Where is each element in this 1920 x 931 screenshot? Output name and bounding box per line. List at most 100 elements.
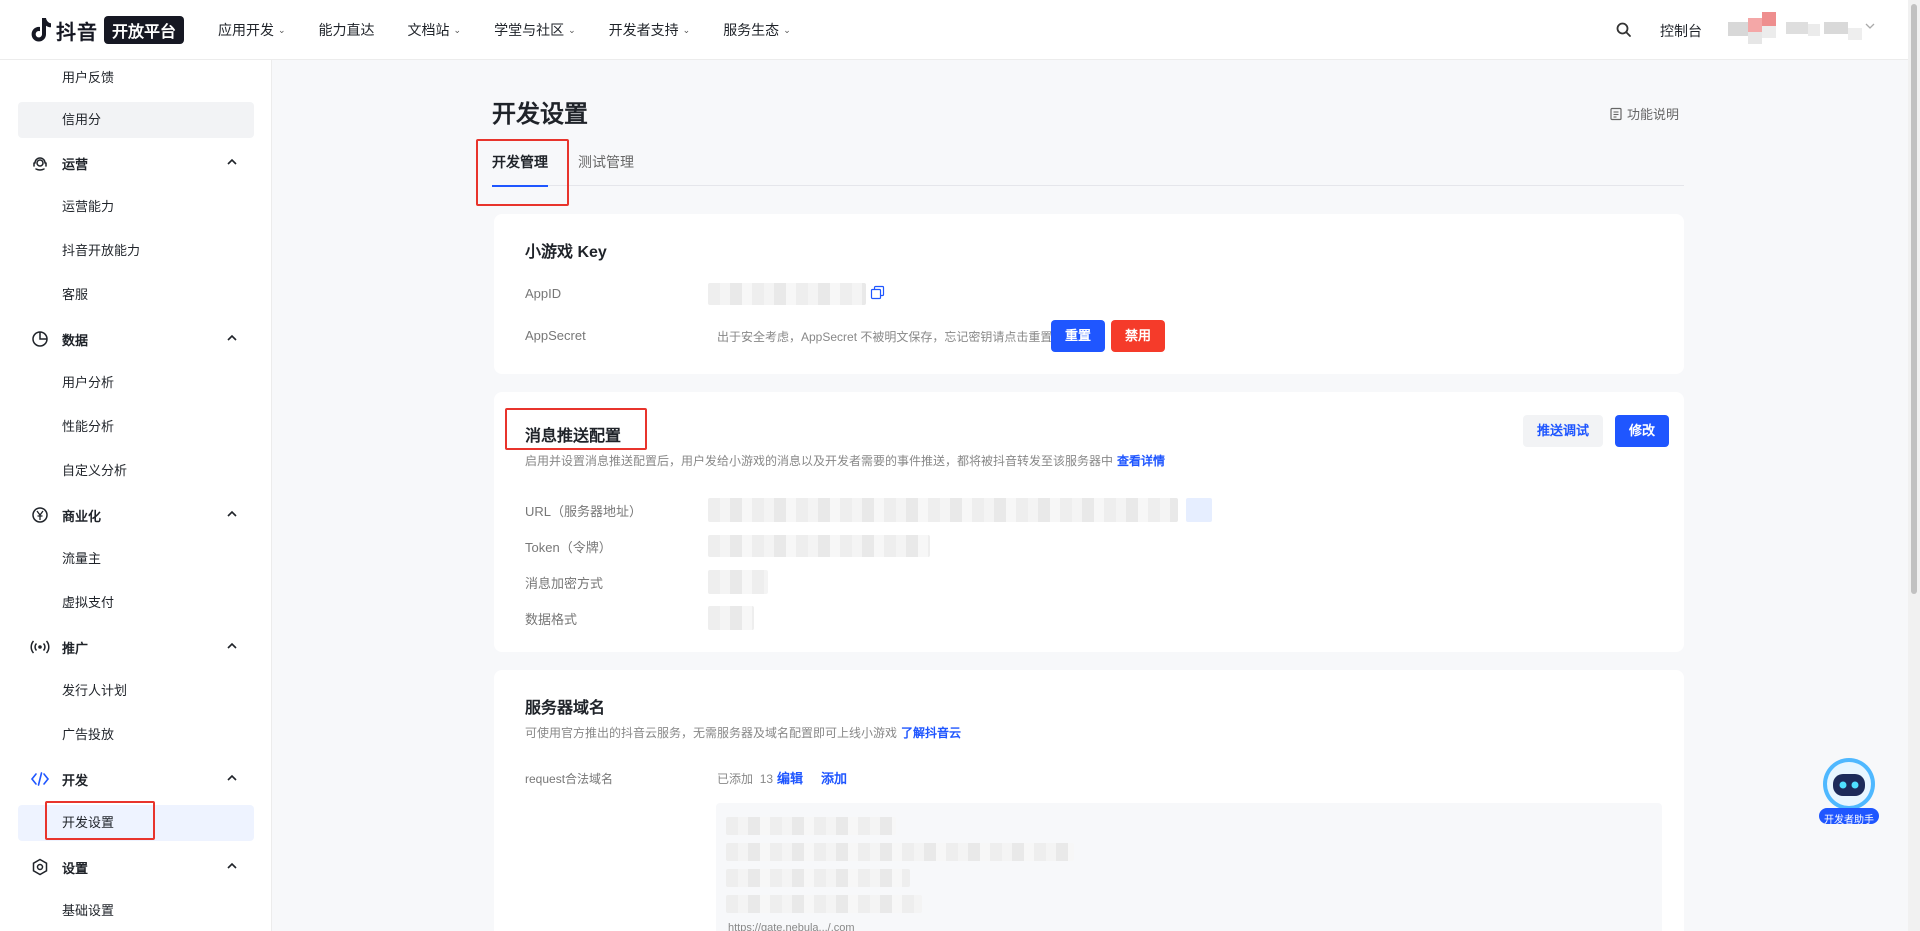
- view-details-link[interactable]: 查看详情: [1117, 454, 1165, 468]
- sidebar-item-traffic-owner[interactable]: 流量主: [18, 541, 254, 577]
- domain-list-box: https://gate.nebula.../.com: [716, 803, 1662, 931]
- nav-item-label: 服务生态: [723, 22, 780, 38]
- chevron-up-icon: [226, 860, 238, 872]
- sidebar-item-customer-service[interactable]: 客服: [18, 277, 254, 313]
- domain-item-redacted: [726, 817, 896, 835]
- chevron-up-icon: [226, 640, 238, 652]
- card-title: 消息推送配置: [525, 428, 622, 445]
- add-domain-link[interactable]: 添加: [821, 768, 847, 787]
- push-debug-button[interactable]: 推送调试: [1523, 415, 1604, 447]
- data-format-value-redacted: [708, 606, 754, 630]
- top-navbar: 抖音 开放平台 应用开发 ⌄ 能力直达 文档站 ⌄ 学堂与社区 ⌄ 开发者支持 ⌄ 服务…: [0, 0, 1920, 60]
- appsecret-note: 出于安全考虑，AppSecret 不被明文保存，忘记密钥请点击重置: [717, 330, 1053, 344]
- nav-item-label: 学堂与社区: [494, 22, 565, 38]
- sidebar-item-label: 客服: [62, 287, 89, 302]
- chevron-up-icon: [226, 332, 238, 344]
- sidebar-item-douyin-open-ability[interactable]: 抖音开放能力: [18, 233, 254, 269]
- document-icon: [1610, 107, 1622, 120]
- domain-item-redacted: [726, 869, 910, 887]
- nav-item-ecosystem[interactable]: 服务生态 ⌄: [723, 20, 791, 40]
- domain-description-text: 可使用官方推出的抖音云服务，无需服务器及域名配置即可上线小游戏: [525, 726, 898, 740]
- sidebar-group-label: 推广: [62, 640, 89, 656]
- logo-badge: 开放平台: [104, 16, 185, 44]
- sidebar-group-monetization[interactable]: 商业化: [18, 497, 254, 533]
- sidebar-item-label: 用户分析: [62, 375, 115, 390]
- developer-assistant-button[interactable]: 开发者助手: [1816, 754, 1882, 826]
- nav-item-label: 开发者支持: [608, 22, 679, 38]
- tab-bar: 开发管理 测试管理: [492, 138, 1684, 187]
- nav-item-label: 文档站: [407, 22, 450, 38]
- tab-dev-management[interactable]: 开发管理: [492, 138, 548, 187]
- added-label: 已添加: [717, 772, 754, 786]
- chevron-down-icon: ⌄: [783, 24, 791, 35]
- scrollbar[interactable]: [1908, 0, 1920, 931]
- domain-description: 可使用官方推出的抖音云服务，无需服务器及域名配置即可上线小游戏 了解抖音云: [525, 724, 961, 741]
- operations-icon: [30, 153, 50, 173]
- sidebar-item-publisher-plan[interactable]: 发行人计划: [18, 673, 254, 709]
- nav-item-label: 应用开发: [218, 22, 274, 38]
- nav-item-academy[interactable]: 学堂与社区 ⌄: [494, 20, 576, 40]
- sidebar: 用户反馈 信用分 运营 运营能力 抖音开放能力 客服 数据 用户分析 性能分析 …: [0, 60, 272, 931]
- chevron-down-icon: ⌄: [453, 24, 462, 35]
- added-count-text: 已添加 13: [717, 770, 773, 787]
- card-title: 小游戏 Key: [525, 244, 607, 261]
- sidebar-item-label: 抖音开放能力: [62, 243, 141, 258]
- nav-item-app-dev[interactable]: 应用开发 ⌄: [218, 20, 286, 40]
- game-key-card: 小游戏 Key AppID AppSecret 出于安全考虑，AppSecret…: [494, 214, 1684, 374]
- function-description-link[interactable]: 功能说明: [1609, 104, 1679, 123]
- sidebar-item-credit-score[interactable]: 信用分: [18, 102, 254, 138]
- token-label: Token（令牌）: [525, 540, 612, 555]
- sidebar-group-operations[interactable]: 运营: [18, 145, 254, 181]
- tab-test-management[interactable]: 测试管理: [578, 138, 634, 186]
- sidebar-item-ad-delivery[interactable]: 广告投放: [18, 717, 254, 753]
- push-description-text: 启用并设置消息推送配置后，用户发给小游戏的消息以及开发者需要的事件推送，都将被抖…: [525, 454, 1114, 468]
- sidebar-item-operations-ability[interactable]: 运营能力: [18, 189, 254, 225]
- copy-icon[interactable]: [870, 285, 885, 303]
- avatar[interactable]: [1728, 10, 1876, 46]
- edit-domain-link[interactable]: 编辑: [777, 768, 803, 787]
- data-format-label: 数据格式: [525, 612, 578, 627]
- sidebar-group-label: 设置: [62, 860, 89, 876]
- sidebar-group-label: 数据: [62, 332, 89, 348]
- nav-item-docs[interactable]: 文档站 ⌄: [408, 20, 462, 40]
- appid-label: AppID: [525, 286, 562, 301]
- sidebar-item-custom-analysis[interactable]: 自定义分析: [18, 453, 254, 489]
- disable-button[interactable]: 禁用: [1111, 320, 1166, 352]
- sidebar-item-label: 广告投放: [62, 727, 115, 742]
- sidebar-item-label: 信用分: [62, 112, 102, 127]
- search-icon[interactable]: [1615, 21, 1633, 39]
- chevron-down-icon: ⌄: [568, 24, 576, 35]
- chevron-down-icon: ⌄: [682, 24, 691, 35]
- sidebar-group-development[interactable]: 开发: [18, 761, 254, 797]
- nav-item-capabilities[interactable]: 能力直达: [319, 20, 375, 40]
- logo[interactable]: 抖音 开放平台: [30, 16, 185, 44]
- sidebar-group-label: 开发: [62, 772, 89, 788]
- sidebar-item-dev-settings[interactable]: 开发设置: [18, 805, 254, 841]
- domain-item-redacted: [726, 895, 922, 913]
- sidebar-item-user-feedback[interactable]: 用户反馈: [18, 60, 254, 96]
- sidebar-item-user-analysis[interactable]: 用户分析: [18, 365, 254, 401]
- sidebar-item-label: 开发设置: [62, 815, 115, 830]
- sidebar-group-settings[interactable]: 设置: [18, 849, 254, 885]
- appid-value-redacted: [708, 283, 866, 305]
- reset-button[interactable]: 重置: [1051, 320, 1106, 352]
- encryption-value-redacted: [708, 570, 768, 594]
- sidebar-item-label: 虚拟支付: [62, 595, 115, 610]
- sidebar-group-data[interactable]: 数据: [18, 321, 254, 357]
- learn-douyin-cloud-link[interactable]: 了解抖音云: [901, 726, 961, 740]
- sidebar-item-basic-settings[interactable]: 基础设置: [18, 893, 254, 929]
- sidebar-item-label: 运营能力: [62, 199, 115, 214]
- card-title: 服务器域名: [525, 700, 606, 717]
- url-value-redacted: [708, 498, 1178, 522]
- sidebar-item-performance-analysis[interactable]: 性能分析: [18, 409, 254, 445]
- sidebar-item-label: 流量主: [62, 551, 102, 566]
- yuan-icon: [30, 505, 50, 525]
- console-link[interactable]: 控制台: [1660, 21, 1702, 41]
- edit-push-button[interactable]: 修改: [1615, 415, 1670, 447]
- nav-menu: 应用开发 ⌄ 能力直达 文档站 ⌄ 学堂与社区 ⌄ 开发者支持 ⌄ 服务生态 ⌄: [218, 0, 824, 60]
- sidebar-item-virtual-payment[interactable]: 虚拟支付: [18, 585, 254, 621]
- nav-item-dev-support[interactable]: 开发者支持 ⌄: [609, 20, 691, 40]
- nav-item-label: 能力直达: [318, 22, 375, 38]
- sidebar-group-promotion[interactable]: 推广: [18, 629, 254, 665]
- scrollbar-thumb[interactable]: [1911, 4, 1917, 594]
